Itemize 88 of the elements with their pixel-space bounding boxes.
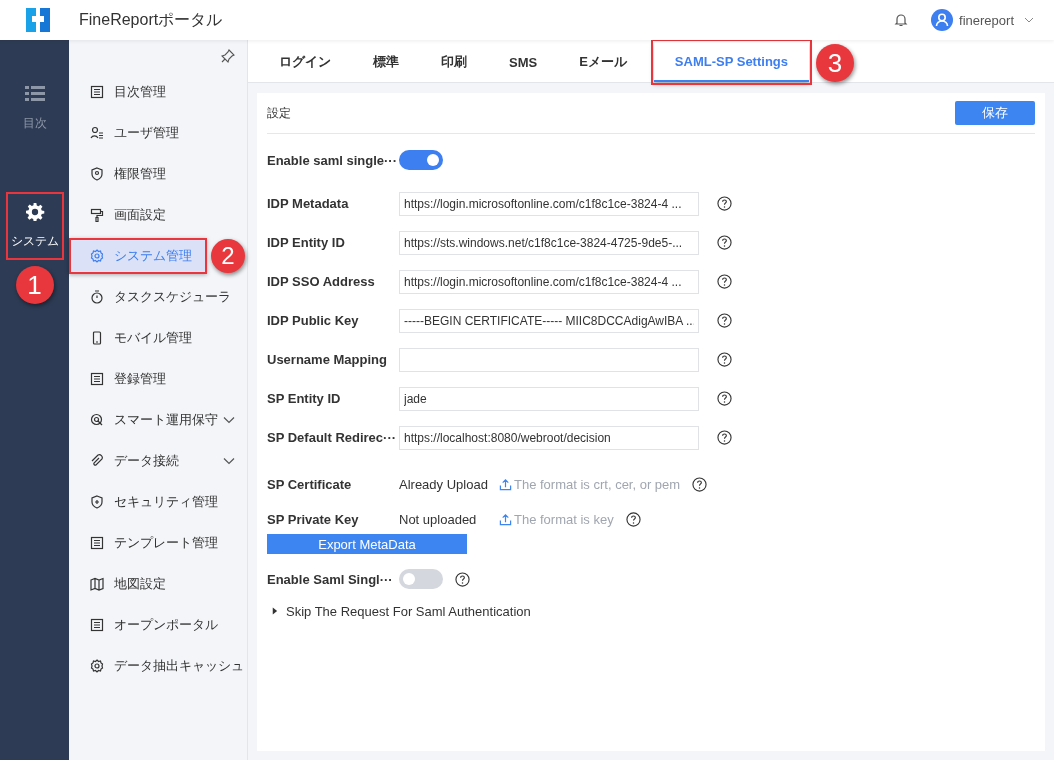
field-label: Enable Saml Singl··· xyxy=(267,571,394,587)
step-callout: 2 xyxy=(211,239,245,273)
input-field[interactable]: https://login.microsoftonline.com/c1f8c1ce-3824-4 ... xyxy=(399,269,699,294)
field-label: SP Entity ID xyxy=(267,391,342,406)
clip-icon xyxy=(90,454,104,468)
menu-item[interactable]: 地図設定 xyxy=(69,566,247,602)
help-icon[interactable] xyxy=(455,571,470,587)
help-icon[interactable] xyxy=(717,235,732,250)
chevron-icon xyxy=(223,416,235,424)
bell-icon[interactable] xyxy=(893,12,910,28)
list-icon xyxy=(90,618,104,632)
app-title: FineReportポータル xyxy=(79,9,223,30)
step-callout: 1 xyxy=(15,266,54,304)
pin-icon[interactable] xyxy=(221,49,235,63)
tab[interactable]: SAML-SP Settings xyxy=(653,42,809,82)
field-label: IDP Entity ID xyxy=(267,235,346,250)
map-icon xyxy=(90,577,104,591)
list-icon xyxy=(24,84,45,103)
gear-icon xyxy=(90,249,104,263)
input-field[interactable]: -----BEGIN CERTIFICATE----- MIIC8DCCAdigAwIBA ... xyxy=(399,308,699,333)
field-label: IDP Public Key xyxy=(267,313,360,328)
toggle-switch[interactable] xyxy=(399,569,443,589)
user-icon xyxy=(90,126,104,140)
timer-icon xyxy=(90,290,104,304)
menu-item[interactable]: データ接続 xyxy=(69,443,247,479)
tab[interactable]: 印刷 xyxy=(420,42,488,82)
field-label: SP Private Key xyxy=(267,512,360,527)
rail-item[interactable]: システム xyxy=(5,192,64,260)
menu-item[interactable]: スマート運用保守 xyxy=(69,402,247,438)
menu-item[interactable]: テンプレート管理 xyxy=(69,525,247,561)
help-icon[interactable] xyxy=(717,313,732,328)
menu-item[interactable]: オープンポータル xyxy=(69,607,247,643)
menu-item[interactable]: 画面設定 xyxy=(69,197,247,233)
export-button[interactable]: Export MetaData xyxy=(267,534,467,554)
brush-icon xyxy=(90,208,104,222)
caret-icon xyxy=(271,607,278,615)
menu-item[interactable]: タスクスケジューラ xyxy=(69,279,247,315)
menu-item[interactable]: 登録管理 xyxy=(69,361,247,397)
input-field[interactable] xyxy=(399,347,699,372)
menu-item[interactable]: 目次管理 xyxy=(69,74,247,110)
step-callout: 3 xyxy=(816,44,854,82)
upload-icon xyxy=(499,478,512,491)
field-label: Username Mapping xyxy=(267,352,388,367)
field-label: IDP Metadata xyxy=(267,196,350,211)
tab[interactable]: SMS xyxy=(488,42,559,82)
help-icon[interactable] xyxy=(717,352,732,367)
help-icon[interactable] xyxy=(692,477,708,492)
gear-icon xyxy=(24,202,45,221)
upload-status: Already Upload xyxy=(399,477,489,492)
expander[interactable]: Skip The Request For Saml Authentication xyxy=(267,599,531,623)
rail-item[interactable]: 目次 xyxy=(5,74,64,142)
input-field[interactable]: https://sts.windows.net/c1f8c1ce-3824-4725-9de5-... xyxy=(399,230,699,255)
logo-icon xyxy=(24,6,52,34)
shield-icon xyxy=(90,167,104,181)
field-label: SP Default Redirec··· xyxy=(267,430,398,445)
gear-icon xyxy=(90,659,104,673)
help-icon[interactable] xyxy=(717,430,732,445)
phone-icon xyxy=(90,331,104,345)
section-title: 設定 xyxy=(267,104,291,122)
field-label: Enable saml single··· xyxy=(267,152,399,168)
field-label: IDP SSO Address xyxy=(267,274,376,289)
tab[interactable]: ログイン xyxy=(258,42,352,82)
input-field[interactable]: jade xyxy=(399,386,699,411)
search-icon xyxy=(90,413,104,427)
menu-item[interactable]: モバイル管理 xyxy=(69,320,247,356)
upload-status: Not uploaded xyxy=(399,512,478,527)
menu-item[interactable]: セキュリティ管理 xyxy=(69,484,247,520)
tab[interactable]: 標準 xyxy=(352,42,420,82)
toggle-switch[interactable] xyxy=(399,150,443,170)
help-icon[interactable] xyxy=(717,274,732,289)
help-icon[interactable] xyxy=(625,512,641,527)
menu-item[interactable]: ユーザ管理 xyxy=(69,115,247,151)
chevron-icon xyxy=(1024,17,1034,23)
input-field[interactable]: https://login.microsoftonline.com/c1f8c1ce-3824-4 ... xyxy=(399,191,699,216)
menu-item[interactable]: 権限管理 xyxy=(69,156,247,192)
input-field[interactable]: https://localhost:8080/webroot/decision xyxy=(399,425,699,450)
upload-icon xyxy=(499,513,512,526)
help-icon[interactable] xyxy=(717,196,732,211)
help-icon[interactable] xyxy=(717,391,732,406)
field-label: SP Certificate xyxy=(267,477,353,492)
menu-item[interactable]: データ抽出キャッシュ xyxy=(69,648,247,684)
save-button[interactable]: 保存 xyxy=(955,101,1035,125)
tab[interactable]: Eメール xyxy=(558,42,648,82)
list-icon xyxy=(90,85,104,99)
chevron-icon xyxy=(223,457,235,465)
avatar-icon xyxy=(931,9,954,31)
user-menu[interactable]: finereport xyxy=(931,9,1034,31)
shieldplus-icon xyxy=(90,495,104,509)
